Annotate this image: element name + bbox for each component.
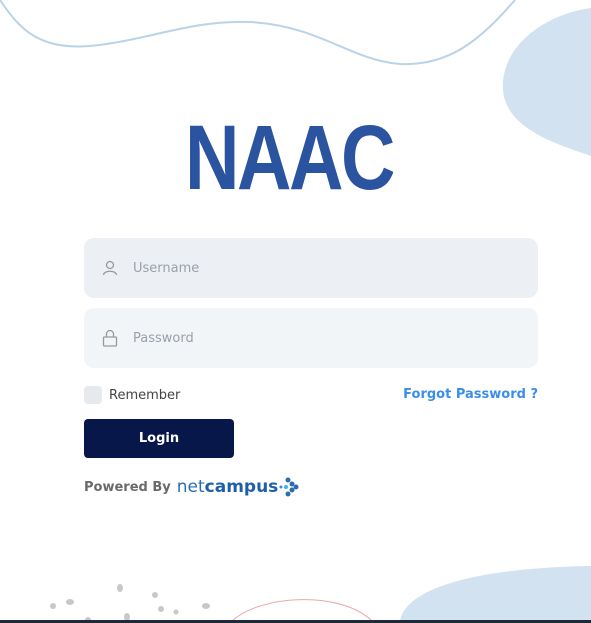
lock-icon bbox=[102, 329, 118, 347]
netcampus-logo: netcampus bbox=[177, 477, 279, 497]
brand-light: net bbox=[176, 477, 205, 497]
forgot-password-link[interactable]: Forgot Password ? bbox=[403, 387, 538, 402]
circle-arc bbox=[231, 599, 373, 622]
password-input[interactable] bbox=[133, 330, 513, 346]
wave-line bbox=[0, 0, 516, 66]
naac-logo: NAAC bbox=[185, 118, 394, 198]
remember-label: Remember bbox=[109, 387, 181, 403]
powered-by: Powered By netcampus bbox=[84, 476, 304, 498]
remember-checkbox[interactable]: Remember bbox=[84, 386, 180, 404]
dots bbox=[50, 584, 210, 623]
username-field[interactable] bbox=[84, 238, 538, 298]
checkbox-box[interactable] bbox=[84, 386, 102, 404]
login-button[interactable]: Login bbox=[84, 419, 234, 458]
blob-bottom-right bbox=[400, 566, 591, 621]
blob-top-right bbox=[502, 8, 591, 156]
user-icon bbox=[102, 260, 118, 276]
netcampus-arrow-icon bbox=[279, 477, 299, 497]
password-field[interactable] bbox=[84, 308, 538, 368]
username-input[interactable] bbox=[133, 260, 513, 276]
powered-by-label: Powered By bbox=[84, 479, 171, 495]
brand-bold: campus bbox=[204, 477, 279, 497]
